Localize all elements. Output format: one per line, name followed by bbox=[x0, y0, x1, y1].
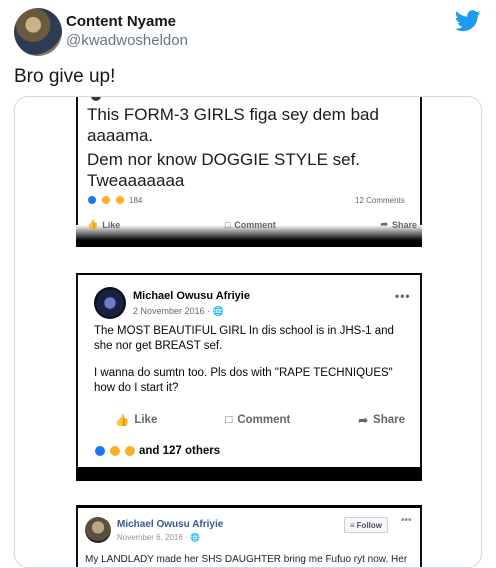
tweet: Content Nyame @kwadwosheldon Bro give up… bbox=[0, 0, 496, 568]
comment-icon: □ bbox=[224, 219, 231, 230]
follow-label: Follow bbox=[356, 520, 382, 530]
post-1-line: This FORM-3 GIRLS figa sey dem bad bbox=[87, 105, 379, 124]
post-3-date: November 6, 2016 · 🌐 bbox=[117, 533, 200, 542]
post-3-avatar bbox=[85, 517, 111, 543]
follow-icon: ≡ bbox=[350, 520, 355, 530]
date-text: November 6, 2016 · bbox=[117, 533, 190, 542]
post-2-author: Michael Owusu Afriyie bbox=[133, 290, 250, 302]
share-icon: ➦ bbox=[358, 415, 369, 427]
post-1-actions: 👍 Like □ Comment ➦ Share bbox=[87, 219, 417, 230]
twitter-bird-icon[interactable] bbox=[455, 10, 481, 32]
like-reaction-icon bbox=[94, 445, 106, 457]
post-1-line: Tweaaaaaaa bbox=[87, 171, 185, 190]
comment-action: □ Comment bbox=[225, 413, 290, 427]
globe-icon: 🌐 bbox=[189, 533, 200, 542]
tweet-text: Bro give up! bbox=[14, 66, 116, 87]
share-icon: ➦ bbox=[380, 219, 388, 229]
comment-label: Comment bbox=[237, 414, 291, 426]
more-options-icon: ••• bbox=[401, 515, 412, 526]
post-2-avatar bbox=[94, 287, 126, 319]
author-handle[interactable]: @kwadwosheldon bbox=[66, 32, 188, 49]
post-2-paragraph: The MOST BEAUTIFUL GIRL In dis school is… bbox=[94, 325, 394, 352]
date-text: 2 November 2016 · bbox=[133, 306, 213, 316]
wow-reaction-icon bbox=[124, 445, 136, 457]
haha-reaction-icon bbox=[101, 195, 111, 205]
reaction-count: 184 bbox=[129, 195, 143, 205]
post-3-text: My LANDLADY made her SHS DAUGHTER bring … bbox=[85, 554, 408, 565]
comment-label: Comment bbox=[234, 219, 276, 230]
comment-action: □ Comment bbox=[225, 219, 276, 230]
like-reaction-icon bbox=[87, 195, 97, 205]
post-2-date: 2 November 2016 · 🌐 bbox=[133, 306, 224, 317]
like-action: 👍 Like bbox=[87, 219, 120, 230]
like-label: Like bbox=[102, 219, 121, 230]
author-avatar[interactable] bbox=[14, 8, 62, 56]
globe-icon: 🌐 bbox=[212, 306, 224, 316]
comment-icon: □ bbox=[225, 414, 233, 426]
follow-button: ≡ Follow bbox=[344, 517, 388, 533]
wow-reaction-icon bbox=[115, 195, 125, 205]
like-action: 👍 Like bbox=[115, 413, 157, 427]
share-label: Share bbox=[391, 219, 417, 230]
tweet-media-image[interactable]: This FORM-3 GIRLS figa sey dem bad aaaam… bbox=[14, 96, 482, 568]
more-options-icon: ••• bbox=[395, 289, 411, 303]
thumbs-up-icon: 👍 bbox=[87, 219, 99, 229]
comment-count: 12 Comments bbox=[355, 196, 405, 205]
post-2-reactions: and 127 others bbox=[94, 445, 220, 457]
post-1-line: Dem nor know DOGGIE STYLE sef. bbox=[87, 150, 361, 169]
share-action: ➦ Share bbox=[358, 413, 405, 427]
haha-reaction-icon bbox=[109, 445, 121, 457]
post-2-actions: 👍 Like □ Comment ➦ Share bbox=[115, 413, 405, 427]
share-action: ➦ Share bbox=[380, 219, 417, 230]
thumbs-up-icon: 👍 bbox=[115, 415, 130, 427]
post-1-reactions: 184 bbox=[87, 195, 142, 205]
post-2-paragraph: I wanna do sumtn too. Pls dos with "RAPE… bbox=[94, 367, 393, 394]
author-name[interactable]: Content Nyame bbox=[66, 13, 176, 30]
post-1-line: aaaama. bbox=[87, 126, 154, 145]
like-label: Like bbox=[134, 414, 158, 426]
screenshot-edge-shadow bbox=[76, 467, 422, 481]
share-label: Share bbox=[373, 414, 405, 426]
reactions-text: and 127 others bbox=[139, 445, 221, 457]
post-3-author: Michael Owusu Afriyie bbox=[117, 519, 224, 530]
